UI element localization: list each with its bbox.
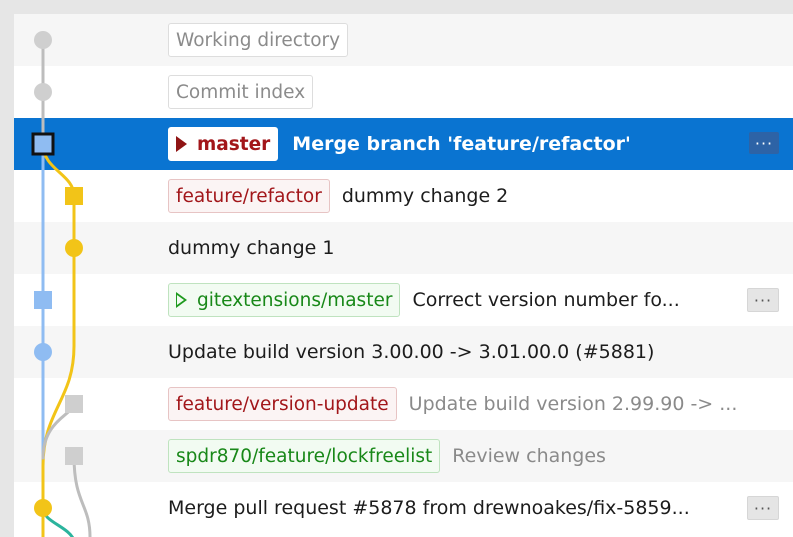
commit-row[interactable]: Commit index bbox=[14, 66, 793, 118]
commit-row-content: master Merge branch 'feature/refactor' bbox=[168, 118, 793, 170]
ref-label[interactable]: gitextensions/master bbox=[168, 283, 401, 317]
more-ellipsis-button[interactable]: ··· bbox=[747, 288, 779, 312]
ref-label[interactable]: master bbox=[168, 127, 279, 161]
commit-row[interactable]: feature/version-update Update build versi… bbox=[14, 378, 793, 430]
commit-row-content: gitextensions/master Correct version numb… bbox=[168, 274, 793, 326]
commit-row[interactable]: feature/refactor dummy change 2 bbox=[14, 170, 793, 222]
ref-label[interactable]: Commit index bbox=[168, 75, 314, 109]
commit-row-content: Merge pull request #5878 from drewnoakes… bbox=[168, 482, 793, 534]
commit-row-content: Commit index bbox=[168, 66, 793, 118]
commit-message: Update build version 3.00.00 -> 3.01.00.… bbox=[168, 341, 655, 363]
ref-label-text: spdr870/feature/lockfreelist bbox=[176, 445, 433, 467]
commit-row[interactable]: gitextensions/master Correct version numb… bbox=[14, 274, 793, 326]
revision-graph: Working directory Commit index master Merge… bbox=[0, 0, 793, 537]
ref-label-text: gitextensions/master bbox=[197, 289, 393, 311]
more-ellipsis-button[interactable]: ··· bbox=[749, 132, 779, 154]
commit-row[interactable]: master Merge branch 'feature/refactor' ··· bbox=[14, 118, 793, 170]
commit-row-content: Working directory bbox=[168, 14, 793, 66]
ref-label[interactable]: feature/refactor bbox=[168, 179, 330, 213]
commit-message: dummy change 2 bbox=[341, 185, 509, 207]
ref-label[interactable]: feature/version-update bbox=[168, 387, 397, 421]
commit-row[interactable]: Update build version 3.00.00 -> 3.01.00.… bbox=[14, 326, 793, 378]
commit-row-content: dummy change 1 bbox=[168, 222, 793, 274]
commit-message: Merge branch 'feature/refactor' bbox=[292, 133, 631, 155]
commit-message: Update build version 2.99.90 -> ... bbox=[408, 393, 738, 415]
commit-message: Correct version number fo... bbox=[412, 289, 680, 311]
ref-label[interactable]: Working directory bbox=[168, 23, 349, 57]
ref-label-text: feature/version-update bbox=[176, 393, 389, 415]
commit-row-content: feature/version-update Update build versi… bbox=[168, 378, 793, 430]
commit-row[interactable]: spdr870/feature/lockfreelist Review chang… bbox=[14, 430, 793, 482]
more-ellipsis-button[interactable]: ··· bbox=[747, 496, 779, 520]
outline-triangle-icon bbox=[176, 292, 187, 308]
commit-row-content: spdr870/feature/lockfreelist Review chang… bbox=[168, 430, 793, 482]
solid-triangle-icon bbox=[176, 136, 187, 152]
ref-label[interactable]: spdr870/feature/lockfreelist bbox=[168, 439, 441, 473]
commit-message: Review changes bbox=[452, 445, 606, 467]
commit-row[interactable]: Working directory bbox=[14, 14, 793, 66]
ref-label-text: Commit index bbox=[176, 81, 306, 103]
ref-label-text: Working directory bbox=[176, 29, 341, 51]
ref-label-text: feature/refactor bbox=[176, 185, 322, 207]
commit-row-content: Update build version 3.00.00 -> 3.01.00.… bbox=[168, 326, 793, 378]
commit-row[interactable]: Merge pull request #5878 from drewnoakes… bbox=[14, 482, 793, 534]
commit-message: Merge pull request #5878 from drewnoakes… bbox=[168, 497, 690, 519]
commit-row-content: feature/refactor dummy change 2 bbox=[168, 170, 793, 222]
commit-message: dummy change 1 bbox=[168, 237, 335, 259]
commit-row[interactable]: dummy change 1 bbox=[14, 222, 793, 274]
ref-label-text: master bbox=[197, 133, 271, 155]
